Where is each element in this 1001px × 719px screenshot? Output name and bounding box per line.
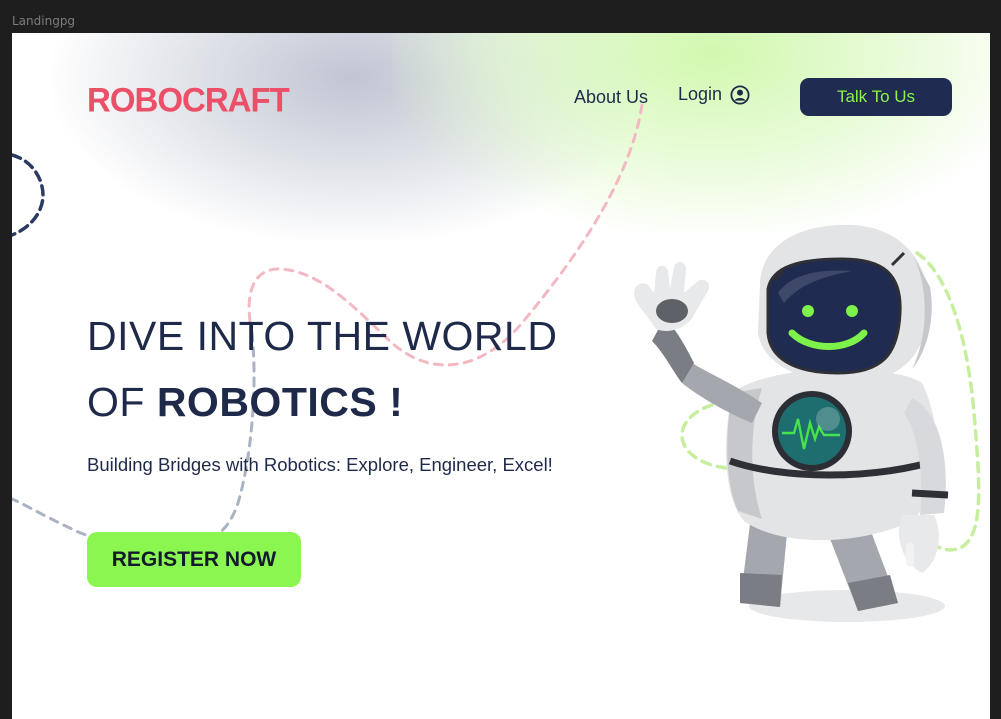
brand-logo[interactable]: ROBOCRAFT [87, 80, 290, 120]
nav-about-us-link[interactable]: About Us [574, 87, 648, 108]
hero-headline-emphasis: ROBOTICS ! [156, 379, 404, 425]
talk-to-us-button[interactable]: Talk To Us [800, 78, 952, 116]
hero-subheadline: Building Bridges with Robotics: Explore,… [87, 454, 553, 475]
register-now-button[interactable]: REGISTER NOW [87, 532, 301, 587]
hero-headline: DIVE INTO THE WORLD OF ROBOTICS ! [87, 303, 557, 435]
frame-label: Landingpg [12, 14, 76, 28]
hero-headline-line2: OF ROBOTICS ! [87, 369, 557, 435]
hero-headline-line1: DIVE INTO THE WORLD [87, 313, 558, 359]
robot-illustration [634, 224, 949, 622]
hero-headline-prefix: OF [87, 379, 157, 425]
nav-login-link[interactable]: Login [678, 84, 750, 105]
nav-login-label: Login [678, 84, 723, 104]
landing-canvas: ROBOCRAFT About Us Login Talk To Us DIVE… [12, 33, 990, 719]
user-circle-icon [730, 84, 750, 105]
